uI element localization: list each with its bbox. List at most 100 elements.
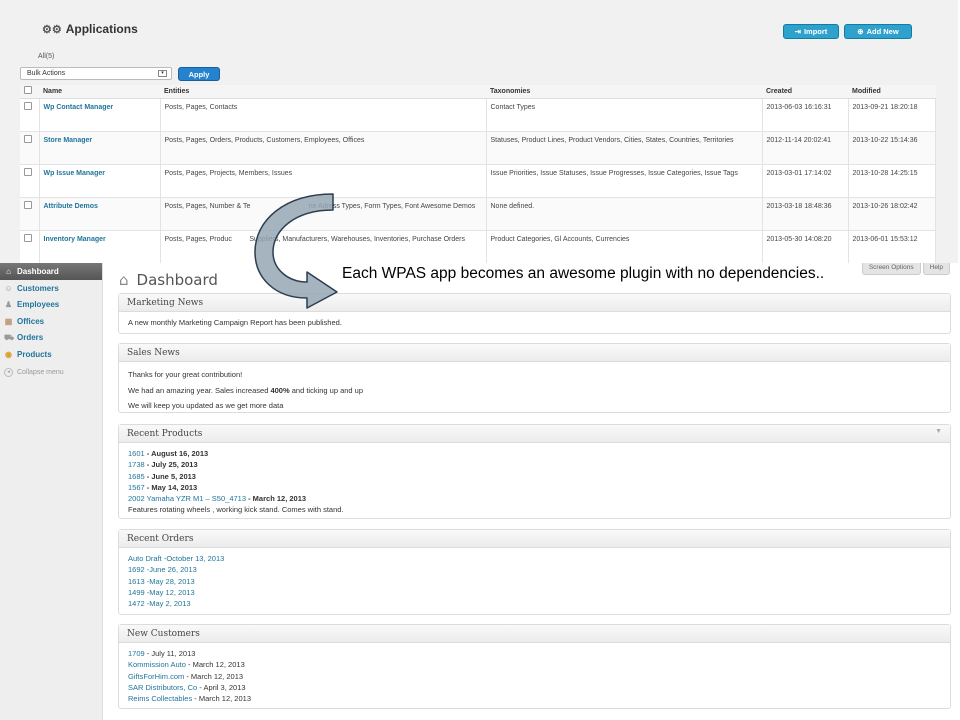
table-row: Attribute Demos Posts, Pages, Number & T…	[20, 197, 936, 231]
sidebar-item-dashboard[interactable]: ⌂ Dashboard	[0, 263, 102, 280]
sidebar-item-label: Products	[17, 349, 52, 359]
widget-content: A new monthly Marketing Campaign Report …	[119, 312, 950, 333]
home-icon: ⌂	[6, 267, 11, 276]
apply-button[interactable]: Apply	[178, 67, 220, 81]
sidebar-item-employees[interactable]: ♟ Employees	[0, 297, 102, 314]
admin-sidebar: ⌂ Dashboard ☺ Customers ♟ Employees ▦ Of…	[0, 263, 103, 720]
widget-title[interactable]: Marketing News	[119, 294, 950, 312]
sales-line-1: Thanks for your great contribution!	[128, 370, 243, 379]
sidebar-item-label: Dashboard	[17, 267, 59, 276]
app-name-link[interactable]: Store Manager	[44, 137, 93, 144]
applications-table: Name Entities Taxonomies Created Modifie…	[20, 85, 936, 264]
widget-title[interactable]: Recent Orders	[119, 530, 950, 548]
marketing-text: A new monthly Marketing Campaign Report …	[128, 318, 342, 327]
sidebar-item-label: Customers	[17, 283, 59, 293]
table-row: Store Manager Posts, Pages, Orders, Prod…	[20, 131, 936, 165]
widget-title[interactable]: Recent Products ▼	[119, 425, 950, 443]
customer-link[interactable]: 1709	[128, 649, 145, 658]
widget-title[interactable]: New Customers	[119, 625, 950, 643]
row-checkbox[interactable]	[20, 230, 40, 264]
product-link[interactable]: 1685	[128, 472, 145, 481]
add-new-button[interactable]: ⊕ Add New	[844, 24, 912, 39]
created-cell: 2013-03-01 17:14:02	[762, 164, 849, 198]
bulk-actions-select[interactable]: Bulk Actions ▾	[20, 67, 172, 80]
taxonomies-cell: Product Categories, Gl Accounts, Currenc…	[486, 230, 763, 264]
sidebar-item-products[interactable]: ◉ Products	[0, 346, 102, 363]
taxonomies-cell: Contact Types	[486, 98, 763, 132]
curved-arrow-annotation	[254, 193, 338, 309]
sidebar-item-offices[interactable]: ▦ Offices	[0, 313, 102, 330]
order-link[interactable]: 1692 -June 26, 2013	[128, 564, 941, 575]
row-checkbox[interactable]	[20, 98, 40, 132]
list-item: 1685 - June 5, 2013	[128, 471, 196, 481]
chevron-down-icon[interactable]: ▼	[935, 428, 942, 435]
recent-orders-widget: Recent Orders Auto Draft -October 13, 20…	[118, 529, 951, 615]
sidebar-item-customers[interactable]: ☺ Customers	[0, 280, 102, 297]
product-link[interactable]: 1567	[128, 483, 145, 492]
app-name-link[interactable]: Wp Issue Manager	[44, 170, 105, 177]
import-button[interactable]: ⇥ Import	[783, 24, 839, 39]
help-tab[interactable]: Help	[922, 263, 950, 275]
product-link[interactable]: 2002 Yamaha YZR M1 – S50_4713	[128, 494, 246, 503]
dashboard-home-icon: ⌂	[119, 271, 129, 289]
marketing-news-widget: Marketing News A new monthly Marketing C…	[118, 293, 951, 335]
customer-link[interactable]: Reims Collectables	[128, 694, 192, 703]
screenshot-root: ⚙⚙ Applications ⇥ Import ⊕ Add New All(5…	[0, 0, 960, 720]
column-header-modified[interactable]: Modified	[848, 85, 936, 99]
product-link[interactable]: 1738	[128, 460, 145, 469]
chevron-down-icon: ▾	[158, 70, 167, 77]
dashboard-main: Screen Options Help ⌂ Dashboard Marketin…	[103, 263, 960, 720]
row-checkbox[interactable]	[20, 131, 40, 165]
app-name-link[interactable]: Wp Contact Manager	[44, 104, 114, 111]
sales-line-3: We will keep you updated as we get more …	[128, 401, 284, 410]
column-header-created[interactable]: Created	[762, 85, 848, 99]
created-cell: 2012-11-14 20:02:41	[762, 131, 849, 165]
new-customers-widget: New Customers 1709 - July 11, 2013 Kommi…	[118, 624, 951, 709]
page-title: ⌂ Dashboard	[119, 271, 218, 289]
table-row: Inventory Manager Posts, Pages, Produc S…	[20, 230, 936, 264]
customer-link[interactable]: GiftsForHim.com	[128, 672, 184, 681]
order-link[interactable]: 1613 -May 28, 2013	[128, 576, 941, 587]
sidebar-item-label: Collapse menu	[17, 369, 64, 377]
page-title-text: Dashboard	[136, 271, 218, 289]
import-icon: ⇥	[794, 27, 801, 36]
order-link[interactable]: 1472 -May 2, 2013	[128, 598, 941, 609]
order-link[interactable]: 1499 -May 12, 2013	[128, 587, 941, 598]
list-item: GiftsForHim.com - March 12, 2013	[128, 671, 244, 681]
product-link[interactable]: 1601	[128, 449, 145, 458]
screen-meta-links: Screen Options Help	[861, 263, 950, 275]
entities-cell: Posts, Pages, Contacts	[160, 98, 487, 132]
customer-link[interactable]: SAR Distributors, Co	[128, 683, 197, 692]
order-link[interactable]: Auto Draft -October 13, 2013	[128, 553, 941, 564]
created-cell: 2013-06-03 16:16:31	[762, 98, 849, 132]
customer-link[interactable]: Kommission Auto	[128, 660, 186, 669]
recent-products-widget: Recent Products ▼ 1601 - August 16, 2013 …	[118, 424, 951, 519]
row-checkbox[interactable]	[20, 197, 40, 231]
group-icon: ♟	[4, 300, 13, 310]
building-icon: ▦	[4, 316, 13, 326]
modified-cell: 2013-10-28 14:25:15	[848, 164, 936, 198]
sidebar-item-label: Offices	[17, 316, 45, 326]
box-icon: ◉	[5, 349, 12, 359]
collapse-icon: ◂	[4, 368, 13, 378]
applications-title: Applications	[65, 22, 138, 36]
column-header-entities: Entities	[160, 85, 486, 99]
app-name-link[interactable]: Inventory Manager	[44, 236, 106, 243]
app-name-link[interactable]: Attribute Demos	[44, 203, 98, 210]
row-checkbox[interactable]	[20, 164, 40, 198]
select-all-checkbox[interactable]	[20, 85, 39, 99]
list-item: 1738 - July 25, 2013	[128, 460, 198, 470]
created-cell: 2013-03-18 18:48:36	[762, 197, 849, 231]
widget-title[interactable]: Sales News	[119, 344, 950, 362]
collapse-menu-button[interactable]: ◂ Collapse menu	[0, 365, 102, 382]
taxonomies-cell: Statuses, Product Lines, Product Vendors…	[486, 131, 763, 165]
sales-line-2: We had an amazing year. Sales increased …	[128, 385, 364, 395]
filter-all-link[interactable]: All(5)	[38, 53, 54, 60]
modified-cell: 2013-10-22 15:14:36	[848, 131, 936, 165]
column-header-name[interactable]: Name	[39, 85, 160, 99]
list-item: 1601 - August 16, 2013	[128, 449, 209, 458]
screen-options-tab[interactable]: Screen Options	[861, 263, 921, 275]
table-header-row: Name Entities Taxonomies Created Modifie…	[20, 85, 936, 99]
sidebar-item-orders[interactable]: ⛟ Orders	[0, 330, 102, 347]
list-item: Reims Collectables - March 12, 2013	[128, 694, 251, 704]
